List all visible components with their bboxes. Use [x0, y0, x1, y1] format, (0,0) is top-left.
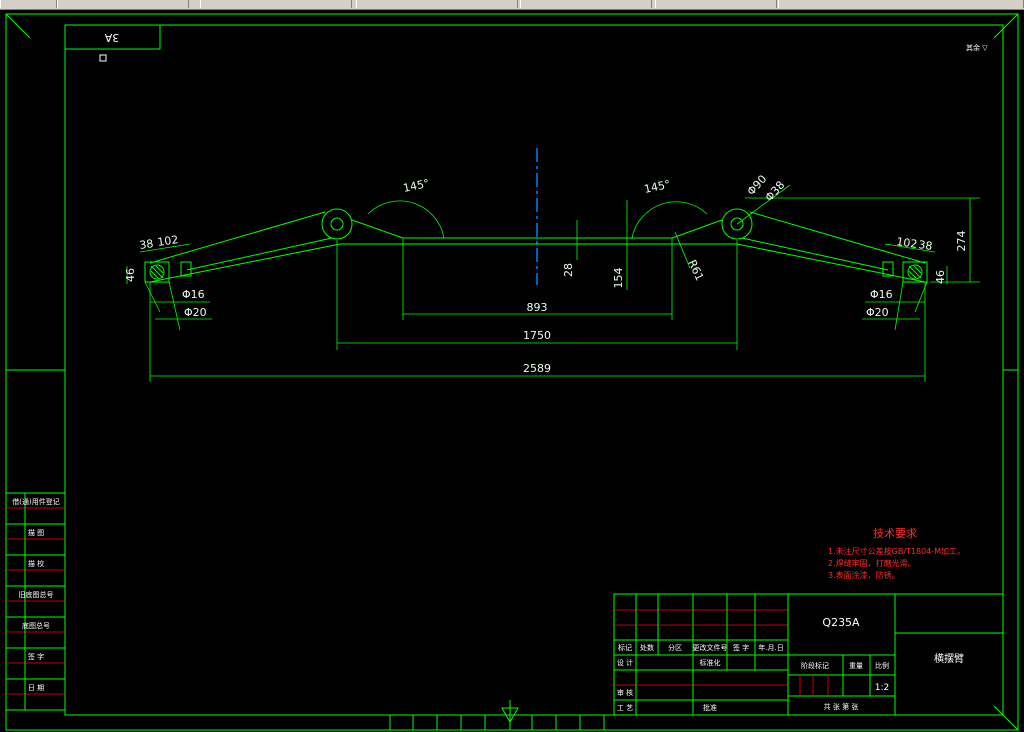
swing-arm-outline: [144, 208, 928, 283]
roughness-note: 其余 ▽: [966, 43, 988, 52]
sheets-label: 共 张 第 张: [824, 702, 859, 711]
dim-274: 274: [955, 231, 968, 252]
trim-mark: [5, 13, 31, 39]
strip-label: 描 校: [28, 559, 44, 568]
dim-right-102: 102: [896, 235, 919, 251]
dim-1750: 1750: [523, 329, 551, 342]
left-strip-table: 借(通)用件登记 描 图 描 校 旧底图总号 底图总号 签 字 日 期: [6, 492, 65, 711]
scale-label: 比例: [875, 661, 889, 670]
strip-label: 借(通)用件登记: [12, 497, 59, 506]
dim-893: 893: [527, 301, 548, 314]
row-label: 更改文件号: [693, 643, 728, 652]
strip-label: 日 期: [28, 684, 44, 692]
row-label: 年.月.日: [758, 643, 783, 652]
strip-label: 描 图: [28, 528, 44, 537]
dim-right-phi16: Φ16: [870, 288, 893, 301]
dim-left-46: 46: [124, 268, 137, 282]
dimension-lines: [126, 184, 980, 382]
dimension-texts: 893 1750 2589 28 154 274 R61 145° 145° Φ…: [124, 172, 968, 375]
strip-label: 旧底图总号: [19, 590, 54, 599]
row-label: 处数: [640, 643, 654, 652]
part-name-text: 横摆臂: [934, 652, 964, 665]
dim-left-phi20: Φ20: [184, 306, 207, 319]
dim-28: 28: [562, 263, 575, 277]
strip-label: 底图总号: [22, 621, 50, 630]
dim-right-38: 38: [918, 238, 934, 253]
row-label: 分区: [668, 643, 682, 652]
strip-label: 签 字: [28, 652, 44, 661]
weight-label: 重量: [849, 662, 863, 670]
dim-left-38: 38: [139, 237, 155, 252]
dim-154: 154: [612, 268, 625, 289]
process-label: 工 艺: [617, 704, 633, 712]
dim-right-phi20: Φ20: [866, 306, 889, 319]
trim-mark: [993, 13, 1019, 39]
tech-requirements: 技术要求 1.未注尺寸公差按GB/T1804-M加工。 2.焊缝牢固，打磨光滑。…: [828, 527, 965, 580]
tech-req-item: 3.表面涂漆，防锈。: [828, 570, 900, 580]
drawing-canvas[interactable]: 3A 其余 ▽ 893 1750 2589 28 154 274 R61 145…: [0, 0, 1024, 732]
standardization-label: 标准化: [700, 658, 721, 667]
tech-req-title: 技术要求: [873, 527, 917, 540]
approve-label: 批准: [703, 703, 717, 712]
dim-2589: 2589: [523, 362, 551, 375]
small-square-icon: [99, 54, 107, 62]
trim-mark: [993, 705, 1019, 731]
dim-angle-right: 145°: [643, 178, 672, 196]
title-block: Q235A 横摆臂 标记 处数 分区 更改文件号 签 字 年.月.日 设 计 标…: [613, 593, 1004, 716]
dim-angle-left: 145°: [402, 177, 431, 195]
stamp-text: 3A: [104, 31, 119, 44]
dim-left-phi16: Φ16: [182, 288, 205, 301]
tech-req-item: 1.未注尺寸公差按GB/T1804-M加工。: [828, 546, 965, 556]
tech-req-item: 2.焊缝牢固，打磨光滑。: [828, 558, 916, 568]
dim-r61: R61: [685, 258, 706, 283]
outer-border: [5, 13, 1019, 731]
scale-value: 1:2: [875, 683, 889, 693]
checker-label: 审 核: [617, 688, 633, 697]
dim-right-46: 46: [934, 270, 947, 284]
row-label: 标记: [618, 643, 632, 652]
row-label: 签 字: [733, 643, 749, 652]
material-text: Q235A: [822, 616, 860, 629]
designer-label: 设 计: [617, 658, 633, 667]
stage-mark-label: 阶段标记: [801, 661, 829, 670]
